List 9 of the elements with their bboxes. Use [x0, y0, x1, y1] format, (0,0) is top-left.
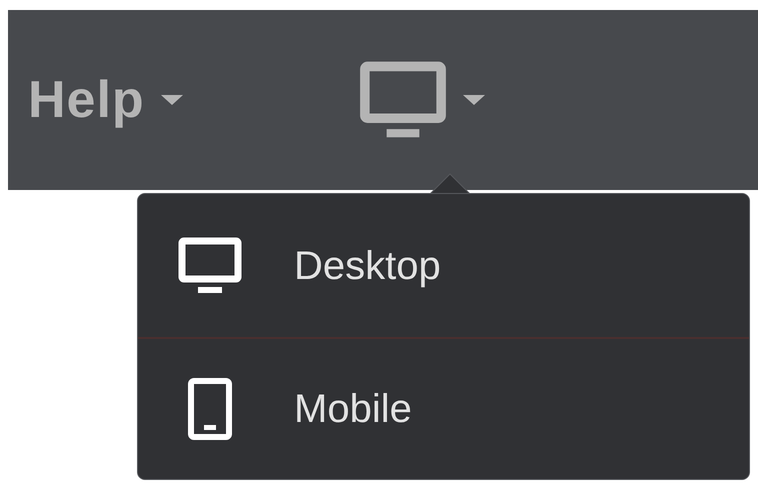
menu-item[interactable]: Desktop [138, 194, 749, 339]
help-menu[interactable]: Help [28, 74, 183, 126]
caret-icon [462, 95, 485, 105]
phone-icon [187, 377, 233, 441]
device-menu-button[interactable] [358, 60, 485, 140]
caret-icon [160, 95, 183, 105]
menu-item[interactable]: Mobile [138, 339, 749, 479]
monitor-icon [358, 60, 447, 140]
monitor-icon [178, 236, 242, 294]
